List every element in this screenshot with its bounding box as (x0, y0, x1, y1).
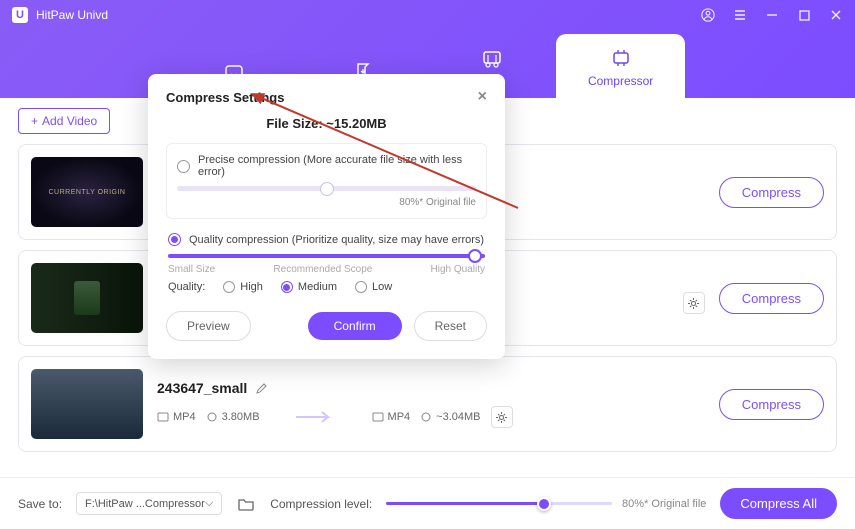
plus-icon: + (31, 114, 38, 128)
quality-medium-radio[interactable] (281, 281, 293, 293)
precise-radio[interactable] (177, 160, 190, 173)
dialog-title: Compress Settings (166, 90, 284, 105)
confirm-button[interactable]: Confirm (308, 312, 402, 340)
add-video-button[interactable]: + Add Video (18, 108, 110, 134)
thumbnail[interactable]: CURRENTLY ORIGIN (31, 157, 143, 227)
compression-level-value: 80%* Original file (622, 498, 706, 510)
quality-low-radio[interactable] (355, 281, 367, 293)
account-icon[interactable] (701, 8, 715, 22)
recommended-label: Recommended Scope (273, 264, 372, 275)
app-title: HitPaw Univd (36, 8, 701, 22)
open-folder-button[interactable] (236, 496, 256, 512)
app-logo: U (12, 7, 28, 23)
reset-button[interactable]: Reset (414, 311, 487, 341)
save-to-select[interactable]: F:\HitPaw ...Compressor ⌵ (76, 492, 222, 515)
compress-button[interactable]: Compress (719, 389, 824, 420)
compress-button[interactable]: Compress (719, 177, 824, 208)
precise-value: 80%* Original file (177, 197, 476, 208)
chevron-down-icon: ⌵ (205, 497, 213, 510)
quality-title: Quality: (168, 281, 205, 293)
small-size-label: Small Size (168, 264, 215, 275)
save-to-value: F:\HitPaw ...Compressor (85, 498, 205, 510)
quality-slider[interactable] (168, 254, 485, 258)
compress-all-button[interactable]: Compress All (720, 488, 837, 519)
compression-level-slider[interactable] (386, 502, 612, 505)
precise-label: Precise compression (More accurate file … (198, 154, 476, 178)
arrow-icon (286, 408, 346, 426)
minimize-icon[interactable] (765, 8, 779, 22)
tab-label: Compressor (588, 74, 653, 88)
quality-compression-option[interactable]: Quality compression (Prioritize quality,… (166, 229, 487, 297)
dst-format: MP4 (388, 411, 411, 423)
quality-high-radio[interactable] (223, 281, 235, 293)
file-item: 243647_small MP4 3.80MB MP4 ~3.04MB Comp… (18, 356, 837, 452)
compression-level-label: Compression level: (270, 497, 372, 511)
editor-icon (480, 46, 504, 70)
settings-button[interactable] (491, 406, 513, 428)
save-to-label: Save to: (18, 497, 62, 511)
tab-compressor[interactable]: Compressor (556, 34, 685, 98)
settings-button[interactable] (683, 292, 705, 314)
compress-button[interactable]: Compress (719, 283, 824, 314)
dst-size: ~3.04MB (436, 411, 480, 423)
compressor-icon (609, 46, 633, 70)
src-size: 3.80MB (222, 411, 260, 423)
maximize-icon[interactable] (797, 8, 811, 22)
precise-slider[interactable] (177, 186, 476, 191)
compress-settings-dialog: Compress Settings × File Size: ~15.20MB … (148, 74, 505, 359)
high-quality-label: High Quality (431, 264, 485, 275)
src-format: MP4 (173, 411, 196, 423)
preview-button[interactable]: Preview (166, 311, 251, 341)
file-name: 243647_small (157, 380, 247, 396)
thumbnail[interactable] (31, 369, 143, 439)
close-icon[interactable] (829, 8, 843, 22)
edit-name-icon[interactable] (255, 382, 268, 395)
file-size-value: File Size: ~15.20MB (166, 116, 487, 131)
menu-icon[interactable] (733, 8, 747, 22)
dialog-close-icon[interactable]: × (478, 88, 487, 106)
quality-label: Quality compression (Prioritize quality,… (189, 234, 484, 246)
add-video-label: Add Video (42, 114, 97, 128)
thumbnail[interactable] (31, 263, 143, 333)
quality-radio[interactable] (168, 233, 181, 246)
precise-compression-option[interactable]: Precise compression (More accurate file … (166, 143, 487, 219)
